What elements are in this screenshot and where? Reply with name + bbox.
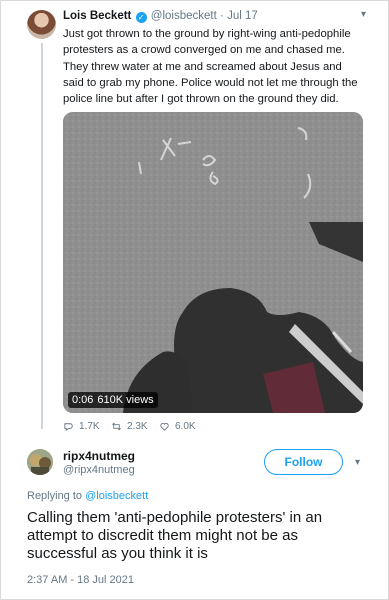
follow-button[interactable]: Follow — [264, 449, 343, 475]
author-name[interactable]: Lois Beckett — [63, 10, 131, 22]
video-duration: 0:06 — [72, 394, 94, 406]
video-frame — [63, 112, 363, 413]
author-handle[interactable]: @loisbeckett — [151, 10, 217, 22]
verified-badge-icon: ✓ — [135, 12, 147, 23]
like-count: 6.0K — [175, 421, 196, 432]
tweet-date[interactable]: Jul 17 — [227, 10, 258, 22]
replying-prefix: Replying to — [27, 490, 83, 502]
retweet-action[interactable]: 2.3K — [111, 421, 148, 432]
tweet-thread: Lois Beckett ✓ @loisbeckett · Jul 17 ▾ J… — [0, 0, 389, 600]
retweet-icon — [112, 422, 121, 431]
reply-timestamp[interactable]: 2:37 AM - 18 Jul 2021 — [27, 574, 134, 586]
video-player[interactable]: 0:06 610K views — [63, 112, 363, 413]
video-views: 610K views — [97, 394, 154, 406]
separator: · — [220, 10, 224, 22]
thread-connector — [41, 43, 43, 429]
reply-author-name[interactable]: ripx4nutmeg — [63, 449, 135, 463]
replying-to-link[interactable]: @loisbeckett — [85, 490, 148, 502]
original-tweet[interactable]: Lois Beckett ✓ @loisbeckett · Jul 17 ▾ J… — [1, 1, 389, 443]
chevron-down-icon[interactable]: ▾ — [361, 9, 366, 20]
tweet-text: Just got thrown to the ground by right-w… — [63, 28, 358, 106]
reply-text: Calling them 'anti-pedophile protesters'… — [27, 509, 323, 562]
chevron-down-icon[interactable]: ▾ — [355, 457, 360, 468]
avatar[interactable] — [27, 10, 56, 39]
reply-action[interactable]: 1.7K — [63, 421, 100, 432]
like-action[interactable]: 6.0K — [159, 421, 196, 432]
reply-author-handle[interactable]: @ripx4nutmeg — [63, 464, 135, 476]
tweet-actions: 1.7K 2.3K 6.0K — [63, 421, 263, 437]
avatar-image — [27, 449, 53, 475]
retweet-count: 2.3K — [127, 421, 148, 432]
reply-count: 1.7K — [79, 421, 100, 432]
reply-icon — [64, 423, 73, 432]
replying-to: Replying to @loisbeckett — [27, 490, 148, 502]
video-info-badge: 0:06 610K views — [68, 392, 158, 408]
heart-icon — [160, 423, 169, 431]
avatar[interactable] — [27, 449, 53, 475]
tweet-header: Lois Beckett ✓ @loisbeckett · Jul 17 — [63, 9, 258, 23]
